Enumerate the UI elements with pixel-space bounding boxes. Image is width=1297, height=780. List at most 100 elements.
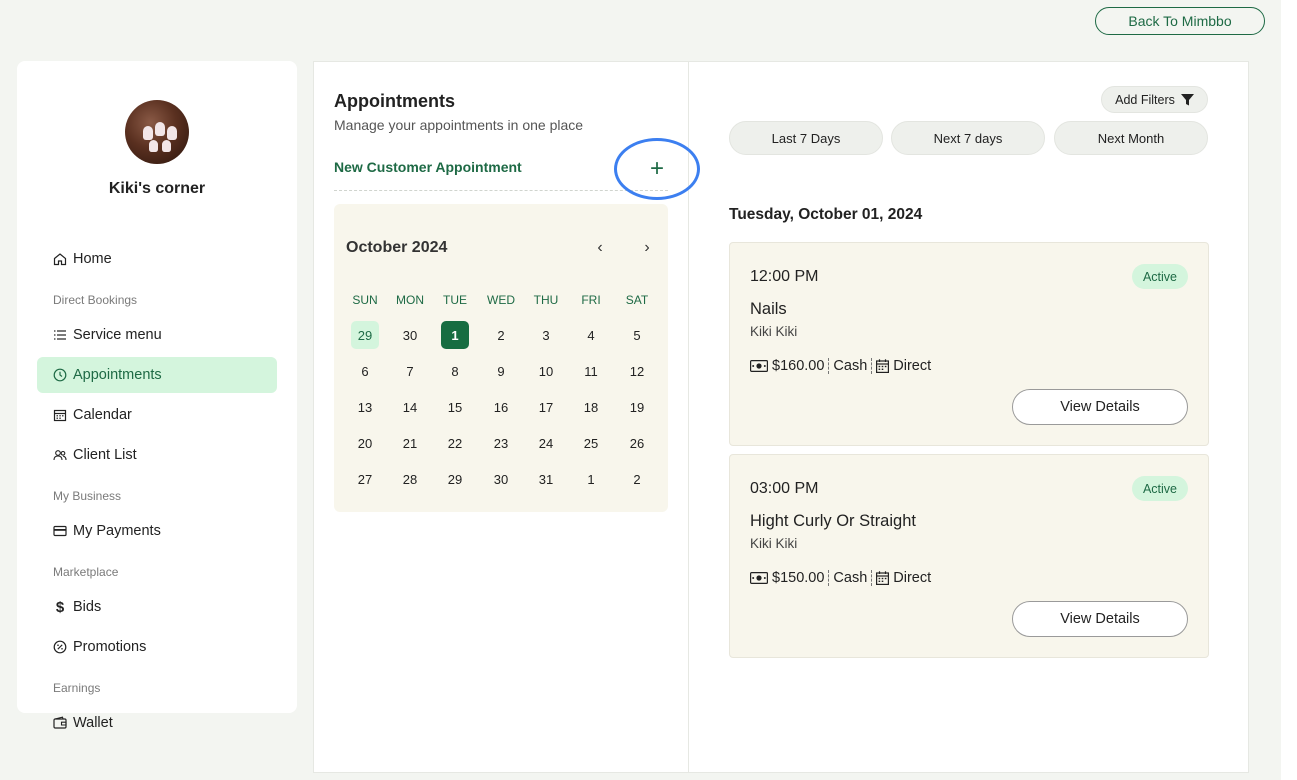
- sidebar-item-home[interactable]: Home: [37, 241, 277, 277]
- appointment-price: $160.00: [772, 358, 825, 374]
- discount-icon: [53, 640, 67, 654]
- sidebar-item-my-payments[interactable]: My Payments: [37, 513, 277, 549]
- nav-section-marketplace: Marketplace: [53, 565, 119, 579]
- sidebar-item-promotions[interactable]: Promotions: [37, 629, 277, 665]
- sidebar-item-calendar[interactable]: Calendar: [37, 397, 277, 433]
- sidebar-item-label: Home: [73, 251, 112, 267]
- appointment-payment-method: Cash: [833, 358, 868, 374]
- cash-icon: [750, 360, 768, 372]
- last-7-days-button[interactable]: Last 7 Days: [729, 121, 883, 155]
- new-customer-appointment-link[interactable]: New Customer Appointment: [334, 159, 522, 175]
- calendar-day[interactable]: 6: [351, 357, 379, 385]
- meta-separator: [871, 358, 873, 374]
- sidebar-item-client-list[interactable]: Client List: [37, 437, 277, 473]
- sidebar-item-label: Service menu: [73, 327, 162, 343]
- calendar-day[interactable]: 2: [487, 321, 515, 349]
- appointment-payment-method: Cash: [833, 570, 868, 586]
- calendar-day[interactable]: 16: [487, 393, 515, 421]
- page-title: Appointments: [334, 91, 455, 111]
- status-badge: Active: [1131, 264, 1188, 289]
- cash-icon: [750, 572, 768, 584]
- calendar-day[interactable]: 27: [351, 465, 379, 493]
- calendar-day[interactable]: 26: [623, 429, 651, 457]
- calendar-day[interactable]: 22: [441, 429, 469, 457]
- sidebar-item-wallet[interactable]: Wallet: [37, 706, 277, 740]
- calendar-day[interactable]: 17: [532, 393, 560, 421]
- calendar-day[interactable]: 4: [577, 321, 605, 349]
- calendar-day[interactable]: 18: [577, 393, 605, 421]
- calendar-day[interactable]: 23: [487, 429, 515, 457]
- schedule-date-heading: Tuesday, October 01, 2024: [729, 206, 923, 223]
- status-badge: Active: [1131, 476, 1188, 501]
- calendar-icon: [53, 408, 67, 422]
- calendar-day[interactable]: 10: [532, 357, 560, 385]
- add-filters-button[interactable]: Add Filters: [1101, 86, 1208, 113]
- view-details-button[interactable]: View Details: [1012, 601, 1188, 637]
- avatar[interactable]: [125, 100, 189, 164]
- nav-section-direct-bookings: Direct Bookings: [53, 293, 138, 307]
- sidebar-item-label: Promotions: [73, 639, 147, 655]
- back-to-mimbbo-button[interactable]: Back To Mimbbo: [1095, 7, 1265, 35]
- main-panel: Appointments Manage your appointments in…: [313, 61, 1249, 773]
- calendar-weekday-label: MON: [396, 293, 424, 307]
- appointment-source: Direct: [893, 570, 932, 586]
- sidebar-item-label: Wallet: [73, 715, 113, 731]
- add-filters-label: Add Filters: [1115, 92, 1175, 107]
- calendar-weekday-label: THU: [533, 293, 559, 307]
- calendar-day[interactable]: 24: [532, 429, 560, 457]
- next-month-button[interactable]: Next Month: [1054, 121, 1208, 155]
- calendar-day[interactable]: 28: [396, 465, 424, 493]
- calendar-day[interactable]: 8: [441, 357, 469, 385]
- appointment-service: Nails: [750, 300, 787, 318]
- calendar-day[interactable]: 1: [441, 321, 469, 349]
- meta-separator: [871, 570, 873, 586]
- filter-icon: [1180, 93, 1194, 106]
- calendar-day[interactable]: 13: [351, 393, 379, 421]
- appointment-time: 12:00 PM: [750, 268, 819, 285]
- chevron-left-icon[interactable]: ‹: [590, 238, 610, 258]
- sidebar-item-appointments[interactable]: Appointments: [37, 357, 277, 393]
- calendar-month-label: October 2024: [346, 239, 448, 256]
- appointment-meta: $150.00 Cash Direct: [750, 570, 931, 586]
- calendar-day[interactable]: 30: [396, 321, 424, 349]
- calendar-day[interactable]: 19: [623, 393, 651, 421]
- calendar-day[interactable]: 29: [441, 465, 469, 493]
- dollar-icon: $: [55, 598, 65, 616]
- add-appointment-button[interactable]: +: [614, 138, 700, 200]
- next-7-days-button[interactable]: Next 7 days: [891, 121, 1045, 155]
- calendar-day[interactable]: 14: [396, 393, 424, 421]
- calendar-day[interactable]: 30: [487, 465, 515, 493]
- calendar-weekday-label: FRI: [581, 293, 601, 307]
- sidebar-item-bids[interactable]: $ Bids: [37, 589, 277, 625]
- wallet-icon: [53, 716, 67, 730]
- calendar-day[interactable]: 1: [577, 465, 605, 493]
- calendar-icon: [876, 571, 890, 585]
- sidebar: Kiki's corner Home Direct Bookings Servi…: [17, 61, 297, 713]
- page-subtitle: Manage your appointments in one place: [334, 117, 584, 133]
- calendar-day[interactable]: 25: [577, 429, 605, 457]
- calendar-day[interactable]: 9: [487, 357, 515, 385]
- calendar-day[interactable]: 3: [532, 321, 560, 349]
- calendar-day[interactable]: 29: [351, 321, 379, 349]
- sidebar-item-service-menu[interactable]: Service menu: [37, 317, 277, 353]
- meta-separator: [828, 358, 830, 374]
- calendar-day[interactable]: 5: [623, 321, 651, 349]
- calendar-day[interactable]: 31: [532, 465, 560, 493]
- home-icon: [53, 252, 67, 266]
- view-details-button[interactable]: View Details: [1012, 389, 1188, 425]
- calendar-day[interactable]: 2: [623, 465, 651, 493]
- calendar-weekday-label: SAT: [625, 293, 649, 307]
- calendar-day[interactable]: 20: [351, 429, 379, 457]
- sidebar-item-label: Appointments: [73, 367, 162, 383]
- calendar-day[interactable]: 11: [577, 357, 605, 385]
- calendar-day[interactable]: 21: [396, 429, 424, 457]
- clock-icon: [53, 368, 67, 382]
- nav-section-earnings: Earnings: [53, 681, 101, 695]
- calendar-day[interactable]: 12: [623, 357, 651, 385]
- chevron-right-icon[interactable]: ›: [637, 238, 657, 258]
- calendar-day[interactable]: 15: [441, 393, 469, 421]
- appointment-time: 03:00 PM: [750, 480, 819, 497]
- sidebar-item-label: Bids: [73, 599, 102, 615]
- appointment-service: Hight Curly Or Straight: [750, 512, 916, 530]
- calendar-day[interactable]: 7: [396, 357, 424, 385]
